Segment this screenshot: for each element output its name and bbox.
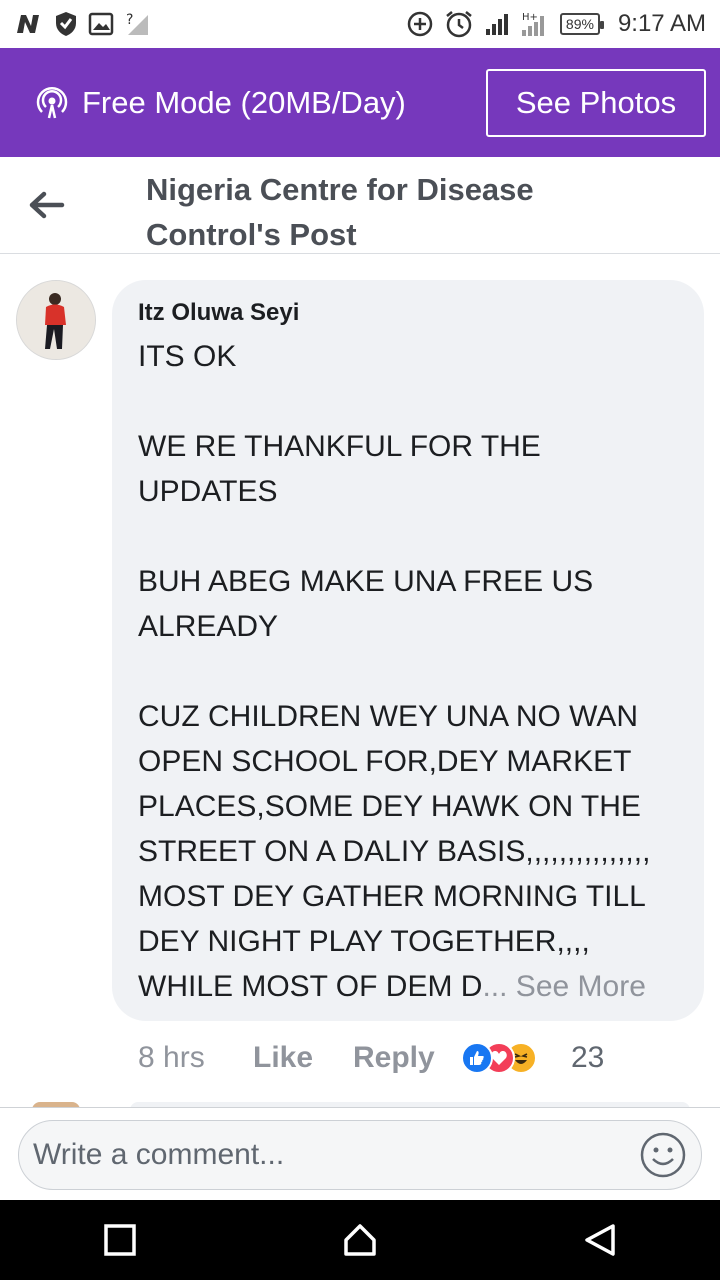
comment-time[interactable]: 8 hrs	[138, 1041, 253, 1075]
like-button[interactable]: Like	[253, 1041, 353, 1075]
recents-button[interactable]	[90, 1210, 150, 1270]
battery-level: 89%	[565, 16, 594, 32]
see-more-link[interactable]: ... See More	[482, 970, 645, 1003]
comment-author[interactable]: Itz Oluwa Seyi	[138, 298, 678, 328]
comment-input[interactable]: Write a comment...	[18, 1120, 702, 1190]
status-right-icons: H+ 89% 9:17 AM	[406, 9, 706, 39]
image-icon	[88, 12, 114, 36]
system-nav-bar	[0, 1200, 720, 1280]
free-mode-indicator[interactable]: Free Mode (20MB/Day)	[34, 85, 486, 121]
comment-bubble: Itz Oluwa Seyi ITS OK WE RE THANKFUL FOR…	[112, 280, 704, 1021]
comment-composer-bar: Write a comment...	[0, 1107, 720, 1200]
free-mode-bar: Free Mode (20MB/Day) See Photos	[0, 48, 720, 157]
see-photos-button[interactable]: See Photos	[486, 68, 706, 137]
free-mode-label: Free Mode (20MB/Day)	[82, 84, 406, 120]
status-bar: ? H+ 89% 9:17 AM	[0, 0, 720, 48]
comment-paragraph: BUH ABEG MAKE UNA FREE US ALREADY	[138, 565, 594, 643]
clock: 9:17 AM	[617, 10, 706, 37]
signal-icon	[484, 12, 510, 36]
emoji-icon[interactable]	[639, 1131, 687, 1179]
comment-actions: 8 hrs Like Reply 23	[138, 1034, 604, 1082]
add-circle-icon	[406, 10, 434, 38]
post-header: Nigeria Centre for Disease Control's Pos…	[0, 157, 720, 254]
page-title: Nigeria Centre for Disease Control's Pos…	[146, 172, 534, 252]
back-button[interactable]	[570, 1210, 630, 1270]
status-left-icons: ?	[14, 11, 150, 37]
svg-text:H+: H+	[522, 12, 538, 23]
n-notification-icon	[14, 12, 44, 36]
comment-body: ITS OK WE RE THANKFUL FOR THE UPDATES BU…	[138, 334, 678, 1009]
comment-input-placeholder: Write a comment...	[33, 1138, 285, 1171]
alarm-icon	[444, 9, 474, 39]
reply-button[interactable]: Reply	[353, 1041, 461, 1075]
comment-paragraph: WE RE THANKFUL FOR THE UPDATES	[138, 430, 541, 508]
battery-icon: 89%	[559, 13, 604, 35]
comment-paragraph: CUZ CHILDREN WEY UNA NO WAN OPEN SCHOOL …	[138, 694, 678, 1009]
comment-paragraph: ITS OK	[138, 340, 237, 373]
like-reaction-icon	[461, 1042, 493, 1074]
reactions-summary[interactable]	[461, 1042, 571, 1074]
broadcast-icon	[34, 85, 70, 121]
home-button[interactable]	[330, 1210, 390, 1270]
shield-icon	[54, 11, 78, 37]
reaction-count: 23	[571, 1041, 605, 1074]
avatar[interactable]	[16, 280, 96, 360]
no-signal-icon: ?	[124, 11, 150, 37]
signal-ht-icon: H+	[520, 10, 550, 38]
back-arrow-icon[interactable]	[26, 185, 68, 225]
svg-text:?: ?	[126, 12, 133, 28]
comment-paragraph-text: CUZ CHILDREN WEY UNA NO WAN OPEN SCHOOL …	[138, 700, 651, 1003]
